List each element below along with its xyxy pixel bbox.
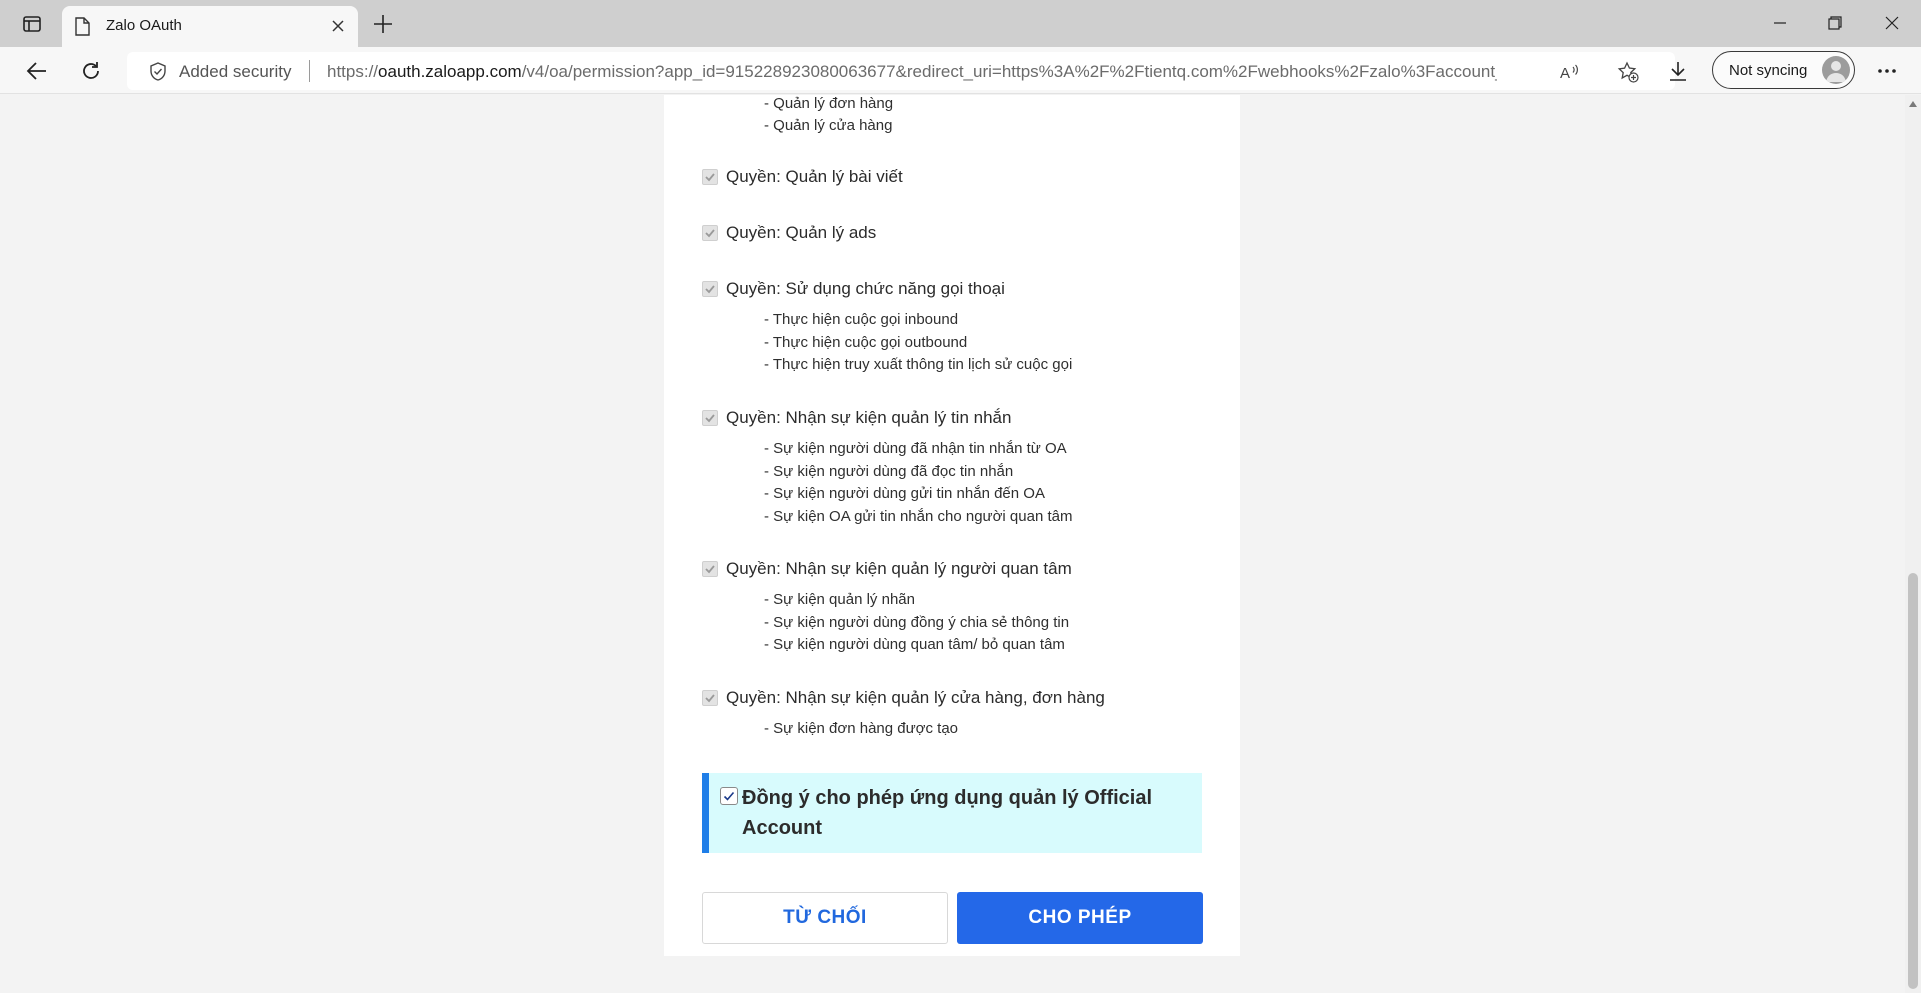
sync-label: Not syncing — [1729, 62, 1808, 79]
tab-strip: Zalo OAuth — [0, 0, 1921, 47]
page-icon — [74, 17, 90, 36]
shield-icon[interactable] — [149, 62, 167, 81]
permission-subitem: - Thực hiện truy xuất thông tin lịch sử … — [764, 356, 1073, 373]
close-tab-icon[interactable] — [328, 16, 348, 36]
page-viewport: - Quản lý đơn hàng - Quản lý cửa hàng Qu… — [0, 95, 1905, 993]
permission-title: Quyền: Nhận sự kiện quản lý người quan t… — [726, 559, 1072, 578]
tab-title: Zalo OAuth — [106, 17, 182, 34]
url-text[interactable]: https://oauth.zaloapp.com/v4/oa/permissi… — [327, 62, 1497, 82]
address-separator — [309, 60, 310, 82]
more-options-icon[interactable] — [1873, 57, 1901, 85]
consent-checkbox[interactable] — [720, 787, 738, 805]
disabled-checkbox — [702, 410, 718, 426]
url-path: /v4/oa/permission?app_id=915228923080063… — [521, 62, 1497, 81]
downloads-icon[interactable] — [1664, 57, 1692, 85]
url-scheme: https:// — [327, 62, 379, 81]
tab-actions-icon[interactable] — [14, 12, 50, 36]
back-icon[interactable] — [23, 57, 51, 85]
permission-card: - Quản lý đơn hàng - Quản lý cửa hàng Qu… — [664, 95, 1240, 956]
permission-title: Quyền: Nhận sự kiện quản lý cửa hàng, đơ… — [726, 688, 1105, 707]
minimize-icon[interactable] — [1760, 8, 1800, 38]
add-favorite-icon[interactable] — [1617, 61, 1639, 83]
browser-tab[interactable]: Zalo OAuth — [62, 6, 358, 47]
permission-subitem: - Sự kiện quản lý nhãn — [764, 591, 915, 608]
permission-subitem: - Sự kiện người dùng đã đọc tin nhắn — [764, 463, 1014, 480]
svg-text:A: A — [1560, 65, 1570, 82]
refresh-icon[interactable] — [77, 57, 105, 85]
security-label[interactable]: Added security — [179, 62, 291, 82]
avatar — [1822, 56, 1850, 84]
consent-text: Đồng ý cho phép ứng dụng quản lý Officia… — [742, 787, 1153, 839]
permission-subitem: - Thực hiện cuộc gọi outbound — [764, 334, 968, 351]
permission-subitem: - Sự kiện người dùng quan tâm/ bỏ quan t… — [764, 636, 1065, 653]
consent-box: Đồng ý cho phép ứng dụng quản lý Officia… — [702, 773, 1202, 853]
scroll-up-icon[interactable] — [1909, 101, 1917, 107]
allow-button[interactable]: CHO PHÉP — [957, 892, 1203, 944]
disabled-checkbox — [702, 169, 718, 185]
permission-subitem: - Sự kiện người dùng đã nhận tin nhắn từ… — [764, 440, 1067, 457]
permission-title: Quyền: Quản lý bài viết — [726, 167, 903, 186]
scrollbar-thumb[interactable] — [1908, 573, 1918, 989]
permission-subitem: - Sự kiện OA gửi tin nhắn cho người quan… — [764, 508, 1073, 525]
page-scrollbar[interactable] — [1905, 95, 1921, 993]
disabled-checkbox — [702, 225, 718, 241]
permission-title: Quyền: Quản lý ads — [726, 223, 877, 242]
permission-subitem: - Thực hiện cuộc gọi inbound — [764, 311, 959, 328]
restore-icon[interactable] — [1815, 8, 1855, 38]
deny-button[interactable]: TỪ CHỐI — [702, 892, 948, 944]
address-bar[interactable]: Added security https://oauth.zaloapp.com… — [127, 52, 1675, 90]
permission-subitem: - Sự kiện người dùng gửi tin nhắn đến OA — [764, 485, 1045, 502]
permission-title: Quyền: Sử dụng chức năng gọi thoại — [726, 279, 1005, 298]
permission-title: Quyền: Nhận sự kiện quản lý tin nhắn — [726, 408, 1012, 427]
disabled-checkbox — [702, 281, 718, 297]
disabled-checkbox — [702, 561, 718, 577]
permission-subitem: - Sự kiện đơn hàng được tạo — [764, 720, 959, 737]
profile-sync-button[interactable]: Not syncing — [1712, 51, 1855, 89]
permission-subitem: - Sự kiện người dùng đồng ý chia sẻ thôn… — [764, 614, 1070, 631]
url-host: oauth.zaloapp.com — [378, 62, 522, 81]
browser-toolbar: Added security https://oauth.zaloapp.com… — [0, 47, 1921, 94]
new-tab-icon[interactable] — [370, 11, 396, 37]
permission-subitem: - Quản lý cửa hàng — [764, 117, 893, 134]
read-aloud-icon[interactable]: A — [1559, 61, 1581, 83]
close-window-icon[interactable] — [1872, 8, 1912, 38]
permission-subitem: - Quản lý đơn hàng — [764, 95, 894, 112]
disabled-checkbox — [702, 690, 718, 706]
